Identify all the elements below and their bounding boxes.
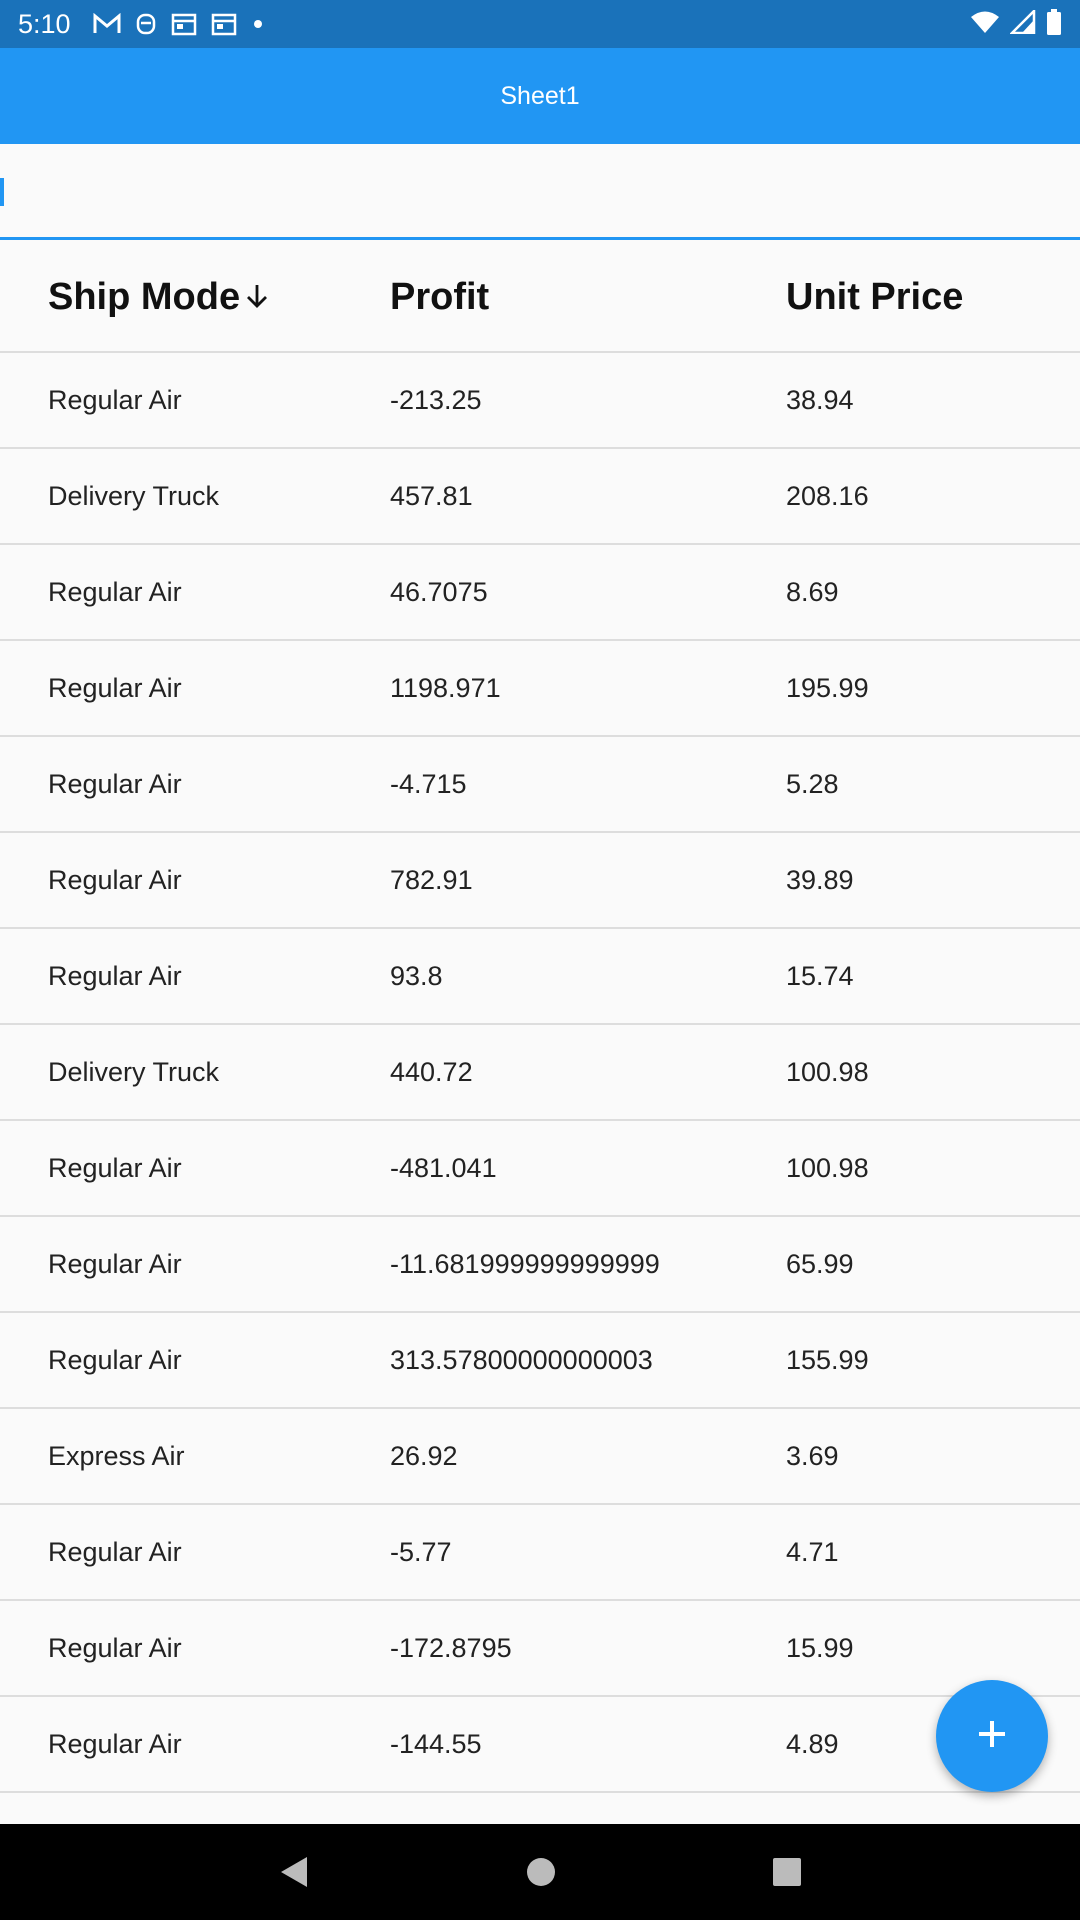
mask-icon — [135, 12, 157, 36]
cell-ship-mode: Regular Air — [48, 576, 182, 607]
cell-profit: 1198.971 — [390, 672, 501, 703]
cell-profit: -172.8795 — [390, 1632, 512, 1663]
app-bar: Sheet1 — [0, 48, 1080, 144]
column-header-ship-mode[interactable]: Ship Mode — [48, 276, 270, 319]
gmail-icon — [93, 13, 121, 35]
cell-unit-price: 65.99 — [786, 1248, 854, 1279]
cell-ship-mode: Regular Air — [48, 1728, 182, 1759]
cell-unit-price: 100.98 — [786, 1056, 869, 1087]
cell-unit-price: 4.71 — [786, 1536, 839, 1567]
notification-icons — [93, 12, 265, 36]
table-row[interactable]: Regular Air 1198.971 195.99 — [0, 641, 1080, 737]
cell-profit: -144.55 — [390, 1728, 482, 1759]
back-icon[interactable] — [277, 1854, 311, 1890]
system-icons — [970, 7, 1062, 40]
cell-ship-mode: Delivery Truck — [48, 480, 220, 511]
cell-ship-mode: Express Air — [48, 1440, 185, 1471]
search-bar[interactable] — [0, 144, 1080, 240]
calendar-icon — [211, 12, 237, 36]
table-row[interactable]: Delivery Truck 440.72 100.98 — [0, 1025, 1080, 1121]
cell-profit: 782.91 — [390, 864, 473, 895]
data-table: Ship Mode Profit Unit Price Regular Air … — [0, 243, 1080, 1793]
table-row[interactable]: Regular Air -4.715 5.28 — [0, 737, 1080, 833]
signal-icon — [1008, 7, 1036, 39]
cell-unit-price: 8.69 — [786, 576, 839, 607]
cell-profit: 313.57800000000003 — [390, 1344, 653, 1375]
cell-unit-price: 39.89 — [786, 864, 854, 895]
cell-ship-mode: Regular Air — [48, 1152, 182, 1183]
cell-unit-price: 5.28 — [786, 768, 839, 799]
recents-icon[interactable] — [771, 1856, 803, 1888]
table-row[interactable]: Regular Air -481.041 100.98 — [0, 1121, 1080, 1217]
cell-unit-price: 15.74 — [786, 960, 854, 991]
column-header-label: Profit — [390, 275, 490, 318]
cell-profit: 26.92 — [390, 1440, 458, 1471]
cell-profit: 440.72 — [390, 1056, 473, 1087]
table-row[interactable]: Regular Air 313.57800000000003 155.99 — [0, 1313, 1080, 1409]
cell-profit: 457.81 — [390, 480, 473, 511]
cell-ship-mode: Regular Air — [48, 1344, 182, 1375]
text-cursor — [0, 178, 4, 206]
cell-unit-price: 3.69 — [786, 1440, 839, 1471]
home-icon[interactable] — [525, 1856, 557, 1888]
status-bar: 5:10 — [0, 0, 1080, 48]
cell-unit-price: 208.16 — [786, 480, 869, 511]
table-row[interactable]: Regular Air 782.91 39.89 — [0, 833, 1080, 929]
arrow-down-icon — [244, 282, 270, 312]
cell-unit-price: 38.94 — [786, 384, 854, 415]
dot-icon — [251, 17, 265, 31]
cell-unit-price: 4.89 — [786, 1728, 839, 1759]
cell-ship-mode: Regular Air — [48, 1632, 182, 1663]
cell-ship-mode: Regular Air — [48, 384, 182, 415]
cell-unit-price: 15.99 — [786, 1632, 854, 1663]
table-row[interactable]: Regular Air -11.681999999999999 65.99 — [0, 1217, 1080, 1313]
add-button[interactable] — [936, 1680, 1048, 1792]
column-header-label: Unit Price — [786, 275, 964, 318]
table-header: Ship Mode Profit Unit Price — [0, 243, 1080, 353]
table-row[interactable]: Regular Air -5.77 4.71 — [0, 1505, 1080, 1601]
status-time: 5:10 — [18, 8, 71, 39]
table-row[interactable]: Regular Air -213.25 38.94 — [0, 353, 1080, 449]
table-row[interactable]: Regular Air 46.7075 8.69 — [0, 545, 1080, 641]
cell-unit-price: 100.98 — [786, 1152, 869, 1183]
cell-profit: -5.77 — [390, 1536, 452, 1567]
cell-profit: 93.8 — [390, 960, 443, 991]
plus-icon — [974, 1716, 1010, 1757]
cell-ship-mode: Regular Air — [48, 768, 182, 799]
table-row[interactable]: Regular Air 93.8 15.74 — [0, 929, 1080, 1025]
search-input[interactable] — [0, 144, 1080, 237]
wifi-icon — [970, 10, 1000, 39]
cell-profit: -4.715 — [390, 768, 467, 799]
calendar-icon — [171, 12, 197, 36]
table-row[interactable]: Delivery Truck 457.81 208.16 — [0, 449, 1080, 545]
cell-ship-mode: Regular Air — [48, 672, 182, 703]
cell-profit: 46.7075 — [390, 576, 488, 607]
cell-unit-price: 195.99 — [786, 672, 869, 703]
cell-ship-mode: Regular Air — [48, 1248, 182, 1279]
navigation-bar — [0, 1824, 1080, 1920]
battery-icon — [1046, 8, 1062, 40]
cell-ship-mode: Delivery Truck — [48, 1056, 220, 1087]
column-header-unit-price[interactable]: Unit Price — [786, 276, 963, 319]
table-row[interactable]: Express Air 26.92 3.69 — [0, 1409, 1080, 1505]
cell-ship-mode: Regular Air — [48, 864, 182, 895]
cell-ship-mode: Regular Air — [48, 1536, 182, 1567]
cell-profit: -481.041 — [390, 1152, 497, 1183]
column-header-label: Ship Mode — [48, 275, 241, 318]
cell-ship-mode: Regular Air — [48, 960, 182, 991]
cell-profit: -11.681999999999999 — [390, 1248, 660, 1279]
cell-profit: -213.25 — [390, 384, 482, 415]
table-row[interactable]: Regular Air -172.8795 15.99 — [0, 1601, 1080, 1697]
column-header-profit[interactable]: Profit — [390, 276, 489, 319]
table-row[interactable]: Regular Air -144.55 4.89 — [0, 1697, 1080, 1793]
page-title: Sheet1 — [500, 81, 580, 110]
cell-unit-price: 155.99 — [786, 1344, 869, 1375]
